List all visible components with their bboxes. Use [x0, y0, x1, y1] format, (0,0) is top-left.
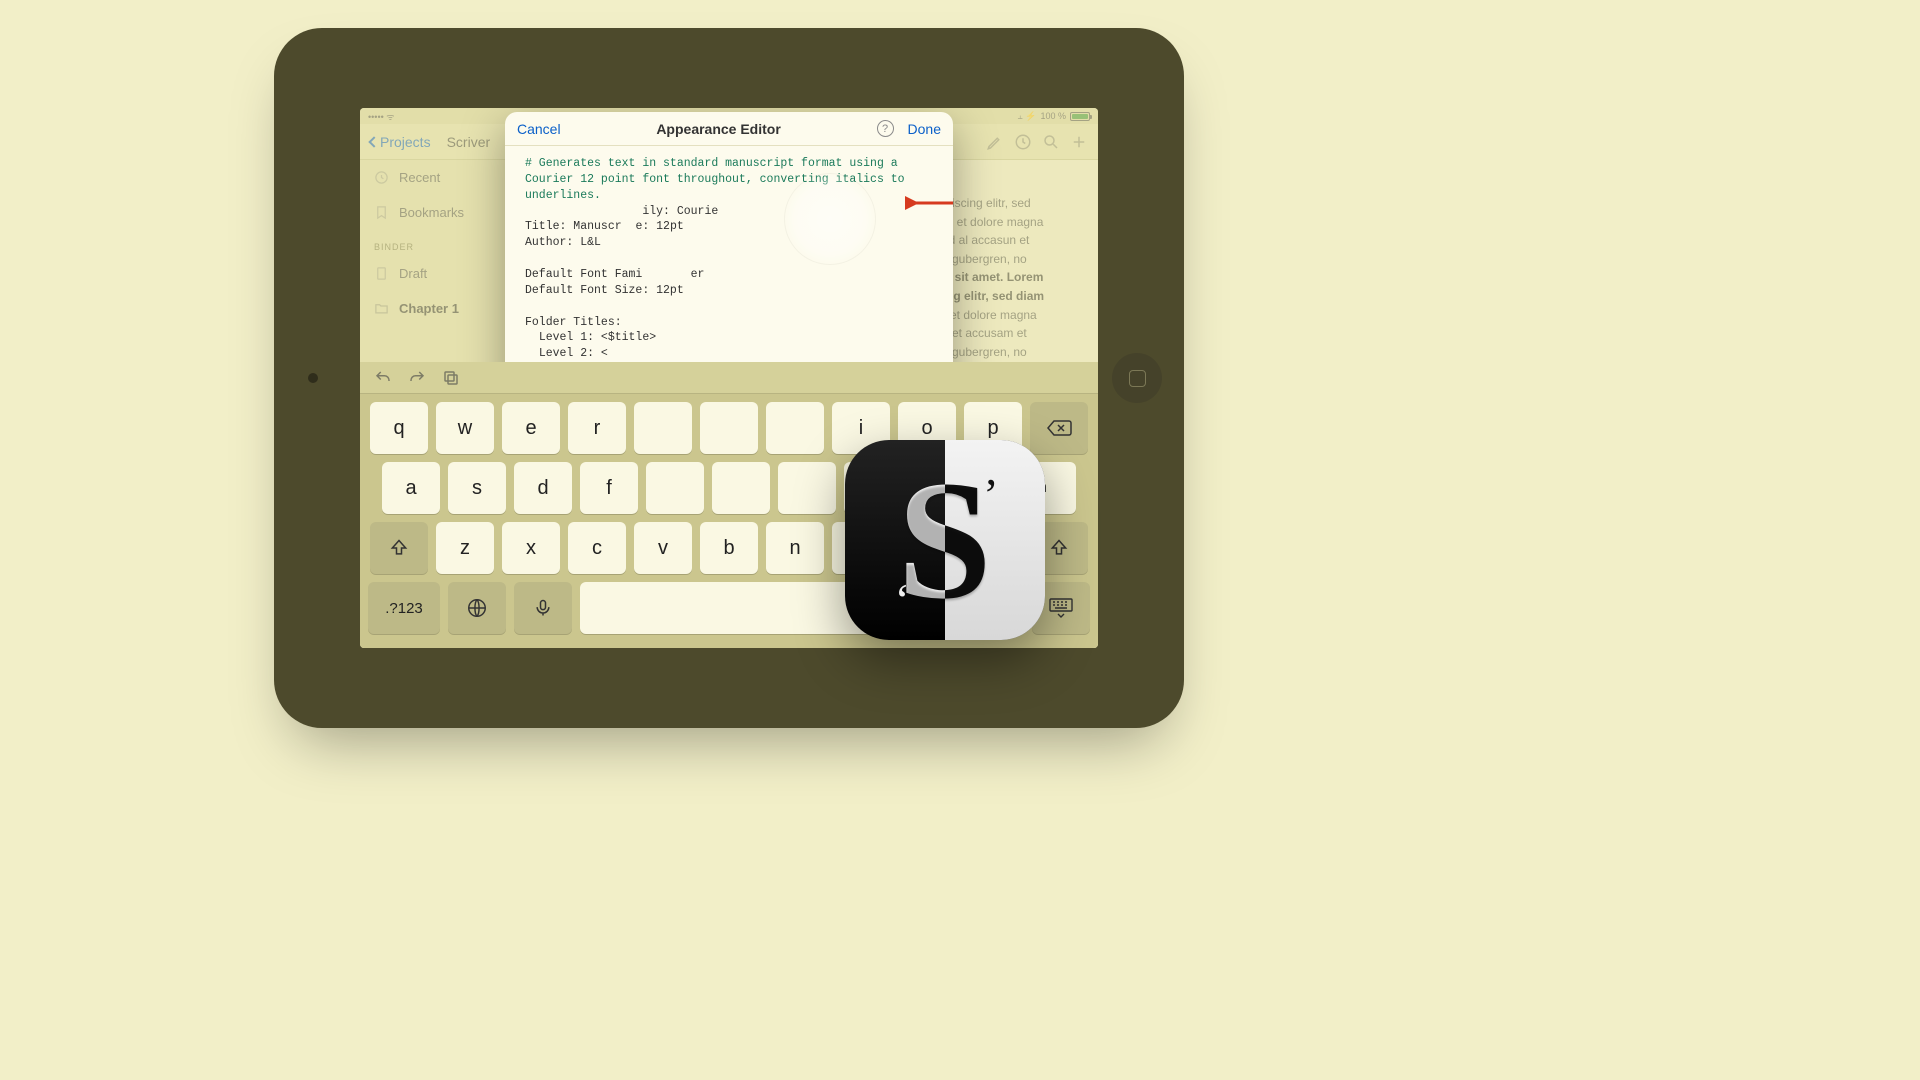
body-line: lor sit amet. Lorem — [936, 268, 1072, 287]
key-f[interactable]: f — [580, 462, 638, 514]
sidebar-item-draft[interactable]: Draft — [360, 256, 509, 291]
key-globe[interactable] — [448, 582, 506, 634]
body-line: cing elitr, sed diam — [936, 287, 1072, 306]
key-z[interactable]: z — [436, 522, 494, 574]
binder-section-header: BINDER — [360, 230, 509, 256]
key-hidden[interactable] — [634, 402, 692, 454]
key-x[interactable]: x — [502, 522, 560, 574]
key-d[interactable]: d — [514, 462, 572, 514]
key-hidden[interactable] — [712, 462, 770, 514]
battery-text: 100 % — [1040, 111, 1066, 121]
bookmark-icon — [374, 205, 389, 220]
key-hidden[interactable] — [700, 402, 758, 454]
sidebar-item-label: Recent — [399, 170, 440, 185]
key-shift-left[interactable] — [370, 522, 428, 574]
body-line: os et accusam et — [936, 324, 1072, 343]
key-a[interactable]: a — [382, 462, 440, 514]
key-n[interactable]: n — [766, 522, 824, 574]
key-hidden[interactable] — [646, 462, 704, 514]
home-button[interactable] — [1112, 353, 1162, 403]
body-line: dipiscing elitr, sed — [936, 194, 1072, 213]
chevron-left-icon — [368, 136, 379, 147]
project-title: Scriver — [447, 134, 491, 150]
key-b[interactable]: b — [700, 522, 758, 574]
search-icon[interactable] — [1042, 133, 1060, 151]
document-icon — [374, 266, 389, 281]
quote-mark-icon: ’ — [983, 468, 998, 521]
key-s[interactable]: s — [448, 462, 506, 514]
key-v[interactable]: v — [634, 522, 692, 574]
key-dictation[interactable] — [514, 582, 572, 634]
key-e[interactable]: e — [502, 402, 560, 454]
body-line: ore et dolore magna — [936, 213, 1072, 232]
help-icon[interactable]: ? — [877, 120, 894, 137]
key-w[interactable]: w — [436, 402, 494, 454]
scrivener-app-icon: S ’ ‘ — [845, 440, 1045, 640]
quote-mark-icon: ‘ — [895, 573, 910, 626]
add-icon[interactable] — [1070, 133, 1088, 151]
sidebar-item-bookmarks[interactable]: Bookmarks — [360, 195, 509, 230]
back-label: Projects — [380, 134, 431, 150]
key-r[interactable]: r — [568, 402, 626, 454]
redo-icon[interactable] — [408, 369, 426, 387]
sidebar-item-chapter-1[interactable]: Chapter 1 — [360, 291, 509, 326]
battery-icon — [1070, 112, 1090, 121]
pencil-icon[interactable] — [986, 133, 1004, 151]
sidebar-item-label: Draft — [399, 266, 427, 281]
key-numbers-left[interactable]: .?123 — [368, 582, 440, 634]
key-q[interactable]: q — [370, 402, 428, 454]
status-indicators: ⫠ ⚡ — [1017, 111, 1036, 122]
done-button[interactable]: Done — [908, 121, 941, 137]
sidebar-item-label: Bookmarks — [399, 205, 464, 220]
history-icon[interactable] — [1014, 133, 1032, 151]
app-icon-letter: S — [845, 440, 1045, 640]
signal-indicator: ••••• ᯤ — [368, 110, 394, 123]
modal-title: Appearance Editor — [656, 121, 780, 137]
body-line: sd gubergren, no — [936, 250, 1072, 269]
cancel-button[interactable]: Cancel — [517, 121, 561, 137]
key-hidden[interactable] — [766, 402, 824, 454]
undo-icon[interactable] — [374, 369, 392, 387]
folder-icon — [374, 301, 389, 316]
sidebar-item-recent[interactable]: Recent — [360, 160, 509, 195]
body-line: sd gubergren, no — [936, 343, 1072, 362]
back-button[interactable]: Projects — [370, 134, 431, 150]
body-line: re et dolore magna — [936, 306, 1072, 325]
camera-dot — [308, 373, 318, 383]
tablet-frame: ••••• ᯤ 09:41 ⫠ ⚡ 100 % Projects Scriver — [274, 28, 1184, 728]
key-hidden[interactable] — [778, 462, 836, 514]
sidebar-item-label: Chapter 1 — [399, 301, 459, 316]
copy-icon[interactable] — [442, 369, 460, 387]
clock-icon — [374, 170, 389, 185]
key-c[interactable]: c — [568, 522, 626, 574]
body-line: sed al accasun et — [936, 231, 1072, 250]
